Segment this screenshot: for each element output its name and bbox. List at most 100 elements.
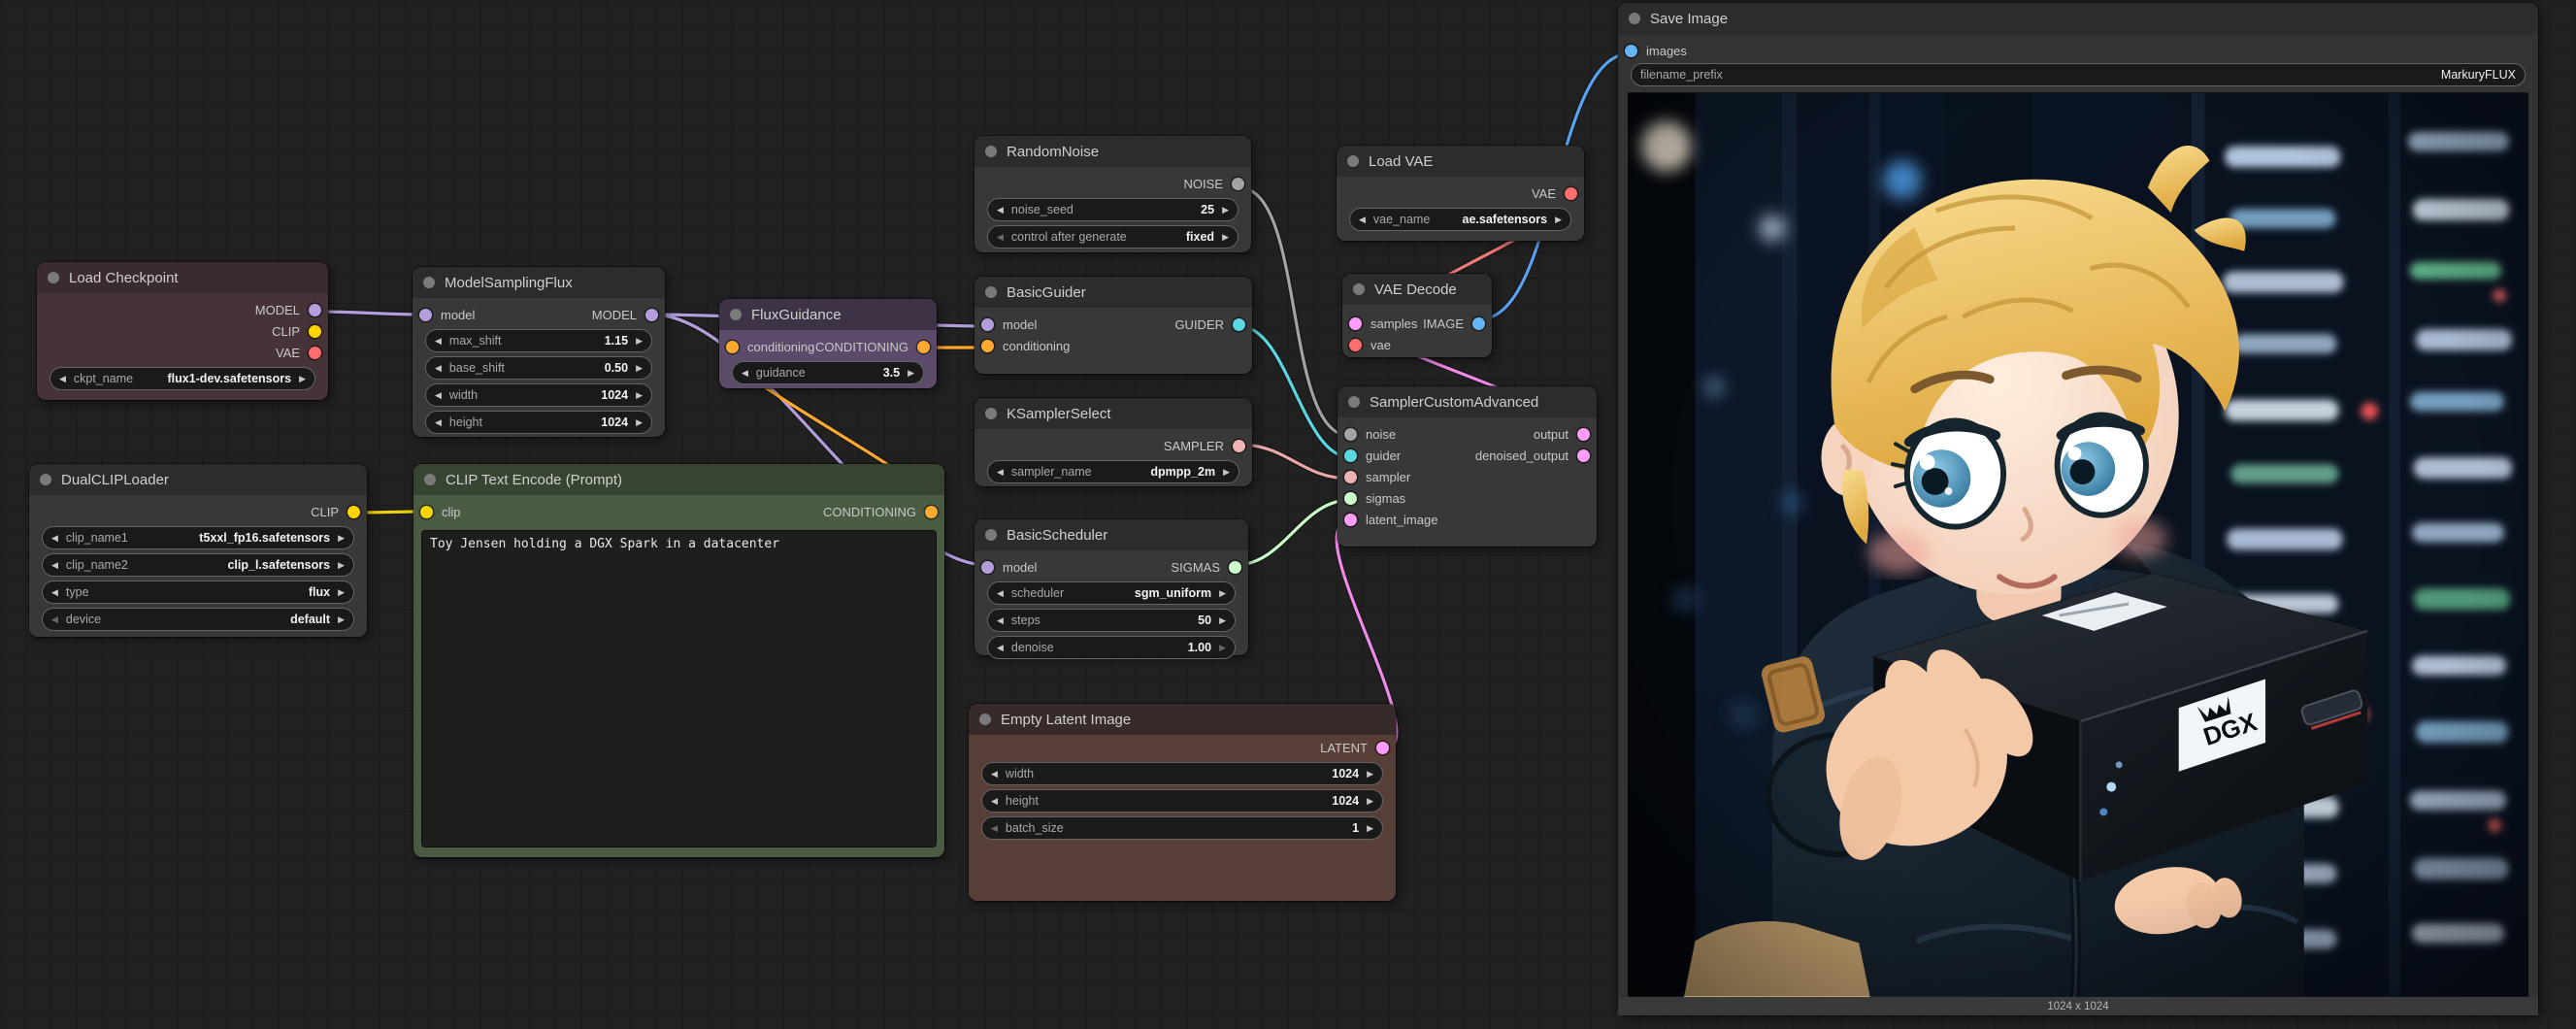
output-port-clip[interactable]: [347, 506, 360, 518]
input-port-images[interactable]: [1625, 45, 1637, 57]
increment-arrow[interactable]: ▶: [636, 391, 643, 400]
output-port-sampler[interactable]: [1233, 440, 1245, 452]
input-port-latent-image[interactable]: [1344, 514, 1357, 526]
output-port-sigmas[interactable]: [1229, 561, 1241, 574]
increment-arrow[interactable]: ▶: [1222, 233, 1229, 242]
node-clip-text-encode[interactable]: CLIP Text Encode (Prompt) clip CONDITION…: [413, 464, 944, 857]
node-header[interactable]: SamplerCustomAdvanced: [1338, 386, 1597, 417]
node-header[interactable]: BasicScheduler: [974, 519, 1248, 550]
decrement-arrow[interactable]: ◀: [51, 588, 58, 597]
increment-arrow[interactable]: ▶: [1219, 589, 1226, 598]
collapse-dot[interactable]: [40, 474, 51, 485]
increment-arrow[interactable]: ▶: [338, 615, 345, 624]
increment-arrow[interactable]: ▶: [338, 534, 345, 543]
increment-arrow[interactable]: ▶: [1367, 797, 1373, 806]
node-header[interactable]: Load Checkpoint: [37, 262, 328, 293]
output-port-conditioning[interactable]: [917, 341, 930, 353]
collapse-dot[interactable]: [1629, 13, 1640, 24]
widget-guidance[interactable]: ◀ guidance 3.5 ▶: [732, 361, 924, 384]
decrement-arrow[interactable]: ◀: [997, 616, 1004, 625]
input-port-model[interactable]: [981, 561, 994, 574]
node-basic-guider[interactable]: BasicGuider model GUIDER conditioning: [974, 277, 1252, 374]
increment-arrow[interactable]: ▶: [338, 561, 345, 570]
prompt-textarea[interactable]: Toy Jensen holding a DGX Spark in a data…: [421, 530, 937, 847]
collapse-dot[interactable]: [423, 277, 435, 288]
node-header[interactable]: Empty Latent Image: [969, 704, 1396, 735]
decrement-arrow[interactable]: ◀: [435, 391, 442, 400]
output-port-output[interactable]: [1577, 428, 1590, 441]
node-dual-clip-loader[interactable]: DualCLIPLoader CLIP ◀ clip_name1 t5xxl_f…: [29, 464, 367, 637]
widget-denoise[interactable]: ◀ denoise 1.00 ▶: [987, 636, 1236, 659]
increment-arrow[interactable]: ▶: [908, 369, 914, 378]
increment-arrow[interactable]: ▶: [338, 588, 345, 597]
widget-height[interactable]: ◀ height 1024 ▶: [981, 789, 1383, 813]
input-port-sigmas[interactable]: [1344, 492, 1357, 505]
input-port-clip[interactable]: [420, 506, 433, 518]
decrement-arrow[interactable]: ◀: [51, 561, 58, 570]
collapse-dot[interactable]: [1353, 283, 1365, 295]
widget-sampler-name[interactable]: ◀ sampler_name dpmpp_2m ▶: [987, 460, 1239, 483]
widget-device[interactable]: ◀ device default ▶: [42, 608, 354, 631]
widget-batch-size[interactable]: ◀ batch_size 1 ▶: [981, 816, 1383, 840]
decrement-arrow[interactable]: ◀: [997, 233, 1004, 242]
node-load-checkpoint[interactable]: Load Checkpoint MODEL CLIP VAE ◀ ckpt_na…: [37, 262, 328, 400]
output-port-image[interactable]: [1472, 317, 1485, 330]
decrement-arrow[interactable]: ◀: [1359, 216, 1366, 224]
increment-arrow[interactable]: ▶: [636, 364, 643, 373]
collapse-dot[interactable]: [985, 529, 997, 541]
decrement-arrow[interactable]: ◀: [991, 770, 998, 779]
increment-arrow[interactable]: ▶: [1367, 770, 1373, 779]
widget-base-shift[interactable]: ◀ base_shift 0.50 ▶: [425, 356, 652, 380]
decrement-arrow[interactable]: ◀: [997, 206, 1004, 215]
decrement-arrow[interactable]: ◀: [742, 369, 748, 378]
increment-arrow[interactable]: ▶: [1223, 468, 1230, 477]
increment-arrow[interactable]: ▶: [1555, 216, 1562, 224]
node-header[interactable]: FluxGuidance: [719, 299, 937, 330]
input-port-sampler[interactable]: [1344, 471, 1357, 483]
widget-vae-name[interactable]: ◀ vae_name ae.safetensors ▶: [1349, 208, 1571, 231]
output-port-noise[interactable]: [1232, 178, 1244, 190]
widget-width[interactable]: ◀ width 1024 ▶: [425, 383, 652, 407]
collapse-dot[interactable]: [979, 714, 991, 725]
node-vae-decode[interactable]: VAE Decode samples IMAGE vae: [1342, 274, 1492, 357]
node-ksampler-select[interactable]: KSamplerSelect SAMPLER ◀ sampler_name dp…: [974, 398, 1252, 486]
widget-noise-seed[interactable]: ◀ noise_seed 25 ▶: [987, 198, 1238, 221]
increment-arrow[interactable]: ▶: [1367, 824, 1373, 833]
node-header[interactable]: RandomNoise: [974, 136, 1251, 167]
increment-arrow[interactable]: ▶: [299, 375, 306, 383]
input-port-vae[interactable]: [1349, 339, 1362, 351]
node-header[interactable]: Load VAE: [1337, 146, 1584, 177]
widget-scheduler[interactable]: ◀ scheduler sgm_uniform ▶: [987, 581, 1236, 605]
decrement-arrow[interactable]: ◀: [51, 534, 58, 543]
output-port-latent[interactable]: [1376, 742, 1389, 754]
decrement-arrow[interactable]: ◀: [997, 644, 1004, 652]
widget-ckpt-name[interactable]: ◀ ckpt_name flux1-dev.safetensors ▶: [50, 367, 315, 390]
node-flux-guidance[interactable]: FluxGuidance conditioning CONDITIONING ◀…: [719, 299, 937, 388]
node-empty-latent-image[interactable]: Empty Latent Image LATENT ◀ width 1024 ▶…: [969, 704, 1396, 901]
input-port-noise[interactable]: [1344, 428, 1357, 441]
decrement-arrow[interactable]: ◀: [435, 337, 442, 346]
output-port-guider[interactable]: [1233, 318, 1245, 331]
decrement-arrow[interactable]: ◀: [435, 364, 442, 373]
output-port-vae[interactable]: [1565, 187, 1577, 200]
collapse-dot[interactable]: [985, 408, 997, 419]
input-port-samples[interactable]: [1349, 317, 1362, 330]
node-header[interactable]: Save Image: [1618, 3, 2538, 34]
widget-type[interactable]: ◀ type flux ▶: [42, 581, 354, 604]
output-port-vae[interactable]: [309, 347, 321, 359]
node-basic-scheduler[interactable]: BasicScheduler model SIGMAS ◀ scheduler …: [974, 519, 1248, 655]
collapse-dot[interactable]: [730, 309, 742, 320]
widget-max-shift[interactable]: ◀ max_shift 1.15 ▶: [425, 329, 652, 352]
input-port-conditioning[interactable]: [726, 341, 739, 353]
decrement-arrow[interactable]: ◀: [51, 615, 58, 624]
comfyui-canvas[interactable]: { "app": {"name": "ComfyUI node graph"},…: [0, 0, 2576, 1029]
widget-width[interactable]: ◀ width 1024 ▶: [981, 762, 1383, 785]
decrement-arrow[interactable]: ◀: [997, 468, 1004, 477]
widget-height[interactable]: ◀ height 1024 ▶: [425, 411, 652, 434]
increment-arrow[interactable]: ▶: [1219, 616, 1226, 625]
collapse-dot[interactable]: [1348, 396, 1360, 408]
node-header[interactable]: BasicGuider: [974, 277, 1252, 308]
node-save-image[interactable]: Save Image images filename_prefix Markur…: [1618, 3, 2538, 1015]
collapse-dot[interactable]: [985, 286, 997, 298]
input-port-guider[interactable]: [1344, 449, 1357, 462]
